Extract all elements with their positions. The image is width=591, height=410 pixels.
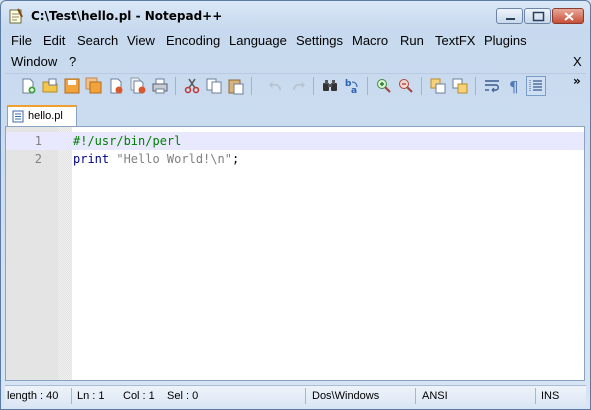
punctuation-token: ; [231, 152, 240, 166]
cut-icon[interactable] [183, 77, 201, 95]
toolbar-separator [251, 77, 252, 95]
comment-token: #!/usr/bin/perl [73, 134, 182, 148]
zoom-out-icon[interactable] [397, 77, 415, 95]
toolbar-separator [175, 77, 176, 95]
show-all-characters-icon[interactable]: ¶ [505, 77, 523, 96]
status-separator [415, 388, 416, 404]
code-text: print "Hello World!\n"; [73, 152, 239, 166]
paste-icon[interactable] [227, 77, 245, 95]
menu-encoding[interactable]: Encoding [166, 33, 220, 48]
close-all-icon[interactable] [129, 77, 147, 95]
redo-icon[interactable] [289, 77, 307, 95]
menu-plugins[interactable]: Plugins [484, 33, 527, 48]
tab-hello-pl[interactable]: hello.pl [7, 105, 77, 126]
string-token: "Hello World!\n" [116, 152, 232, 166]
open-file-icon[interactable] [41, 77, 59, 95]
menu-edit[interactable]: Edit [43, 33, 65, 48]
copy-icon[interactable] [205, 77, 223, 95]
editor-area[interactable]: 1 #!/usr/bin/perl 2 print "Hello World!\… [5, 126, 585, 381]
status-length: length : 40 [7, 390, 59, 402]
zoom-in-icon[interactable] [375, 77, 393, 95]
toolbar-overflow-button[interactable]: » [573, 74, 581, 88]
toolbar-separator [313, 77, 314, 95]
status-column: Col : 1 [123, 390, 155, 402]
toolbar-separator [475, 77, 476, 95]
status-selection: Sel : 0 [167, 390, 199, 402]
close-window-button[interactable] [552, 8, 584, 24]
window-title: C:\Test\hello.pl - Notepad++ [31, 9, 223, 23]
menu-textfx[interactable]: TextFX [435, 33, 475, 48]
menu-macro[interactable]: Macro [352, 33, 388, 48]
word-wrap-icon[interactable] [483, 77, 501, 95]
menu-bar: File Edit Search View Encoding Language … [5, 30, 587, 72]
indent-guide-icon[interactable] [526, 76, 546, 96]
document-icon [12, 110, 24, 123]
toolbar: ba ¶ » [5, 73, 586, 98]
keyword-token: print [73, 152, 110, 166]
title-bar[interactable]: C:\Test\hello.pl - Notepad++ [1, 1, 590, 31]
code-line[interactable]: 1 #!/usr/bin/perl [6, 132, 584, 150]
undo-icon[interactable] [267, 77, 285, 95]
menu-view[interactable]: View [127, 33, 155, 48]
tab-bar: hello.pl [5, 103, 586, 127]
maximize-button[interactable] [524, 8, 551, 24]
notepad-app-icon [9, 8, 23, 24]
new-file-icon[interactable] [19, 77, 37, 95]
toolbar-separator [367, 77, 368, 95]
replace-icon[interactable]: ba [343, 77, 361, 96]
line-number: 2 [34, 152, 42, 166]
save-icon[interactable] [63, 77, 81, 95]
svg-text:a: a [351, 86, 357, 95]
svg-text:¶: ¶ [509, 78, 519, 95]
status-encoding: ANSI [422, 390, 448, 402]
menu-language[interactable]: Language [229, 33, 287, 48]
toolbar-separator [421, 77, 422, 95]
menu-settings[interactable]: Settings [296, 33, 343, 48]
status-separator [535, 388, 536, 404]
sync-horizontal-icon[interactable] [451, 77, 469, 95]
status-line: Ln : 1 [77, 390, 105, 402]
status-insert-mode: INS [541, 390, 560, 402]
notepadpp-window: C:\Test\hello.pl - Notepad++ File Edit S… [0, 0, 591, 410]
save-all-icon[interactable] [85, 77, 103, 95]
find-icon[interactable] [321, 77, 339, 95]
code-text: #!/usr/bin/perl [73, 134, 181, 148]
code-line[interactable]: 2 print "Hello World!\n"; [6, 150, 584, 168]
status-separator [71, 388, 72, 404]
close-icon[interactable] [107, 77, 125, 95]
menu-search[interactable]: Search [77, 33, 118, 48]
menu-window[interactable]: Window [11, 54, 57, 69]
menu-run[interactable]: Run [400, 33, 424, 48]
status-bar: length : 40 Ln : 1 Col : 1 Sel : 0 Dos\W… [5, 385, 586, 406]
print-icon[interactable] [151, 77, 169, 95]
menu-help[interactable]: ? [69, 54, 76, 69]
sync-vertical-icon[interactable] [429, 77, 447, 95]
close-document-button[interactable]: X [573, 54, 582, 69]
status-eol-format: Dos\Windows [312, 390, 380, 402]
status-separator [305, 388, 306, 404]
minimize-button[interactable] [496, 8, 523, 24]
tab-label: hello.pl [28, 110, 63, 122]
line-number: 1 [34, 134, 42, 148]
menu-file[interactable]: File [11, 33, 32, 48]
